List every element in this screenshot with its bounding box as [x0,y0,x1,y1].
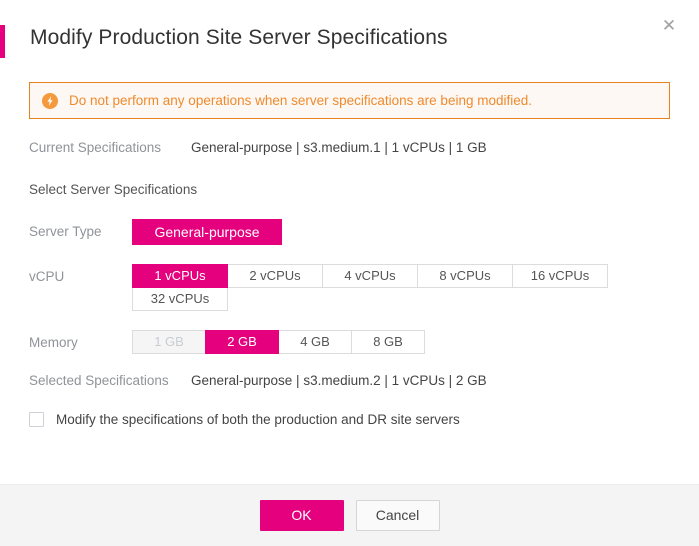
current-specifications-label: Current Specifications [29,140,162,155]
dialog-footer: OK Cancel [0,484,699,546]
vcpu-options: 1 vCPUs 2 vCPUs 4 vCPUs 8 vCPUs 16 vCPUs… [132,264,614,311]
page-title: Modify Production Site Server Specificat… [30,26,448,49]
dr-site-checkbox[interactable] [29,412,44,427]
current-specifications-row: Current Specifications General-purpose |… [29,138,670,158]
vcpu-row: vCPU 1 vCPUs 2 vCPUs 4 vCPUs 8 vCPUs 16 … [29,264,670,311]
server-type-options: General-purpose [132,219,282,245]
vcpu-label: vCPU [29,269,65,284]
dialog-body: Do not perform any operations when serve… [0,72,699,484]
current-specifications-value: General-purpose | s3.medium.1 | 1 vCPUs … [191,140,487,155]
memory-label: Memory [29,335,78,350]
server-type-row: Server Type General-purpose [29,219,670,245]
memory-option-4gb[interactable]: 4 GB [278,330,352,354]
warning-banner: Do not perform any operations when serve… [29,82,670,119]
vcpu-option-2[interactable]: 2 vCPUs [227,264,323,288]
selected-specifications-row: Selected Specifications General-purpose … [29,371,670,391]
cancel-button[interactable]: Cancel [355,500,440,531]
title-accent-bar [0,25,5,58]
dialog-header: Modify Production Site Server Specificat… [0,0,699,72]
vcpu-option-32[interactable]: 32 vCPUs [132,287,228,311]
close-icon[interactable]: ✕ [658,15,680,37]
server-type-label: Server Type [29,224,102,239]
selected-specifications-value: General-purpose | s3.medium.2 | 1 vCPUs … [191,373,487,388]
ok-button[interactable]: OK [259,500,344,531]
warning-circle-icon [42,92,58,109]
memory-option-1gb: 1 GB [132,330,206,354]
vcpu-option-8[interactable]: 8 vCPUs [417,264,513,288]
vcpu-option-4[interactable]: 4 vCPUs [322,264,418,288]
memory-option-8gb[interactable]: 8 GB [351,330,425,354]
dr-site-checkbox-label[interactable]: Modify the specifications of both the pr… [56,412,460,427]
server-type-option-general-purpose[interactable]: General-purpose [132,219,282,245]
vcpu-option-16[interactable]: 16 vCPUs [512,264,608,288]
warning-banner-text: Do not perform any operations when serve… [69,92,532,108]
memory-options: 1 GB 2 GB 4 GB 8 GB [132,330,425,354]
selected-specifications-label: Selected Specifications [29,373,169,388]
modify-server-specifications-dialog: Modify Production Site Server Specificat… [0,0,699,546]
dr-site-checkbox-row: Modify the specifications of both the pr… [29,412,670,427]
memory-option-2gb[interactable]: 2 GB [205,330,279,354]
vcpu-option-1[interactable]: 1 vCPUs [132,264,228,288]
select-server-specifications-heading: Select Server Specifications [29,182,198,197]
memory-row: Memory 1 GB 2 GB 4 GB 8 GB [29,330,670,354]
